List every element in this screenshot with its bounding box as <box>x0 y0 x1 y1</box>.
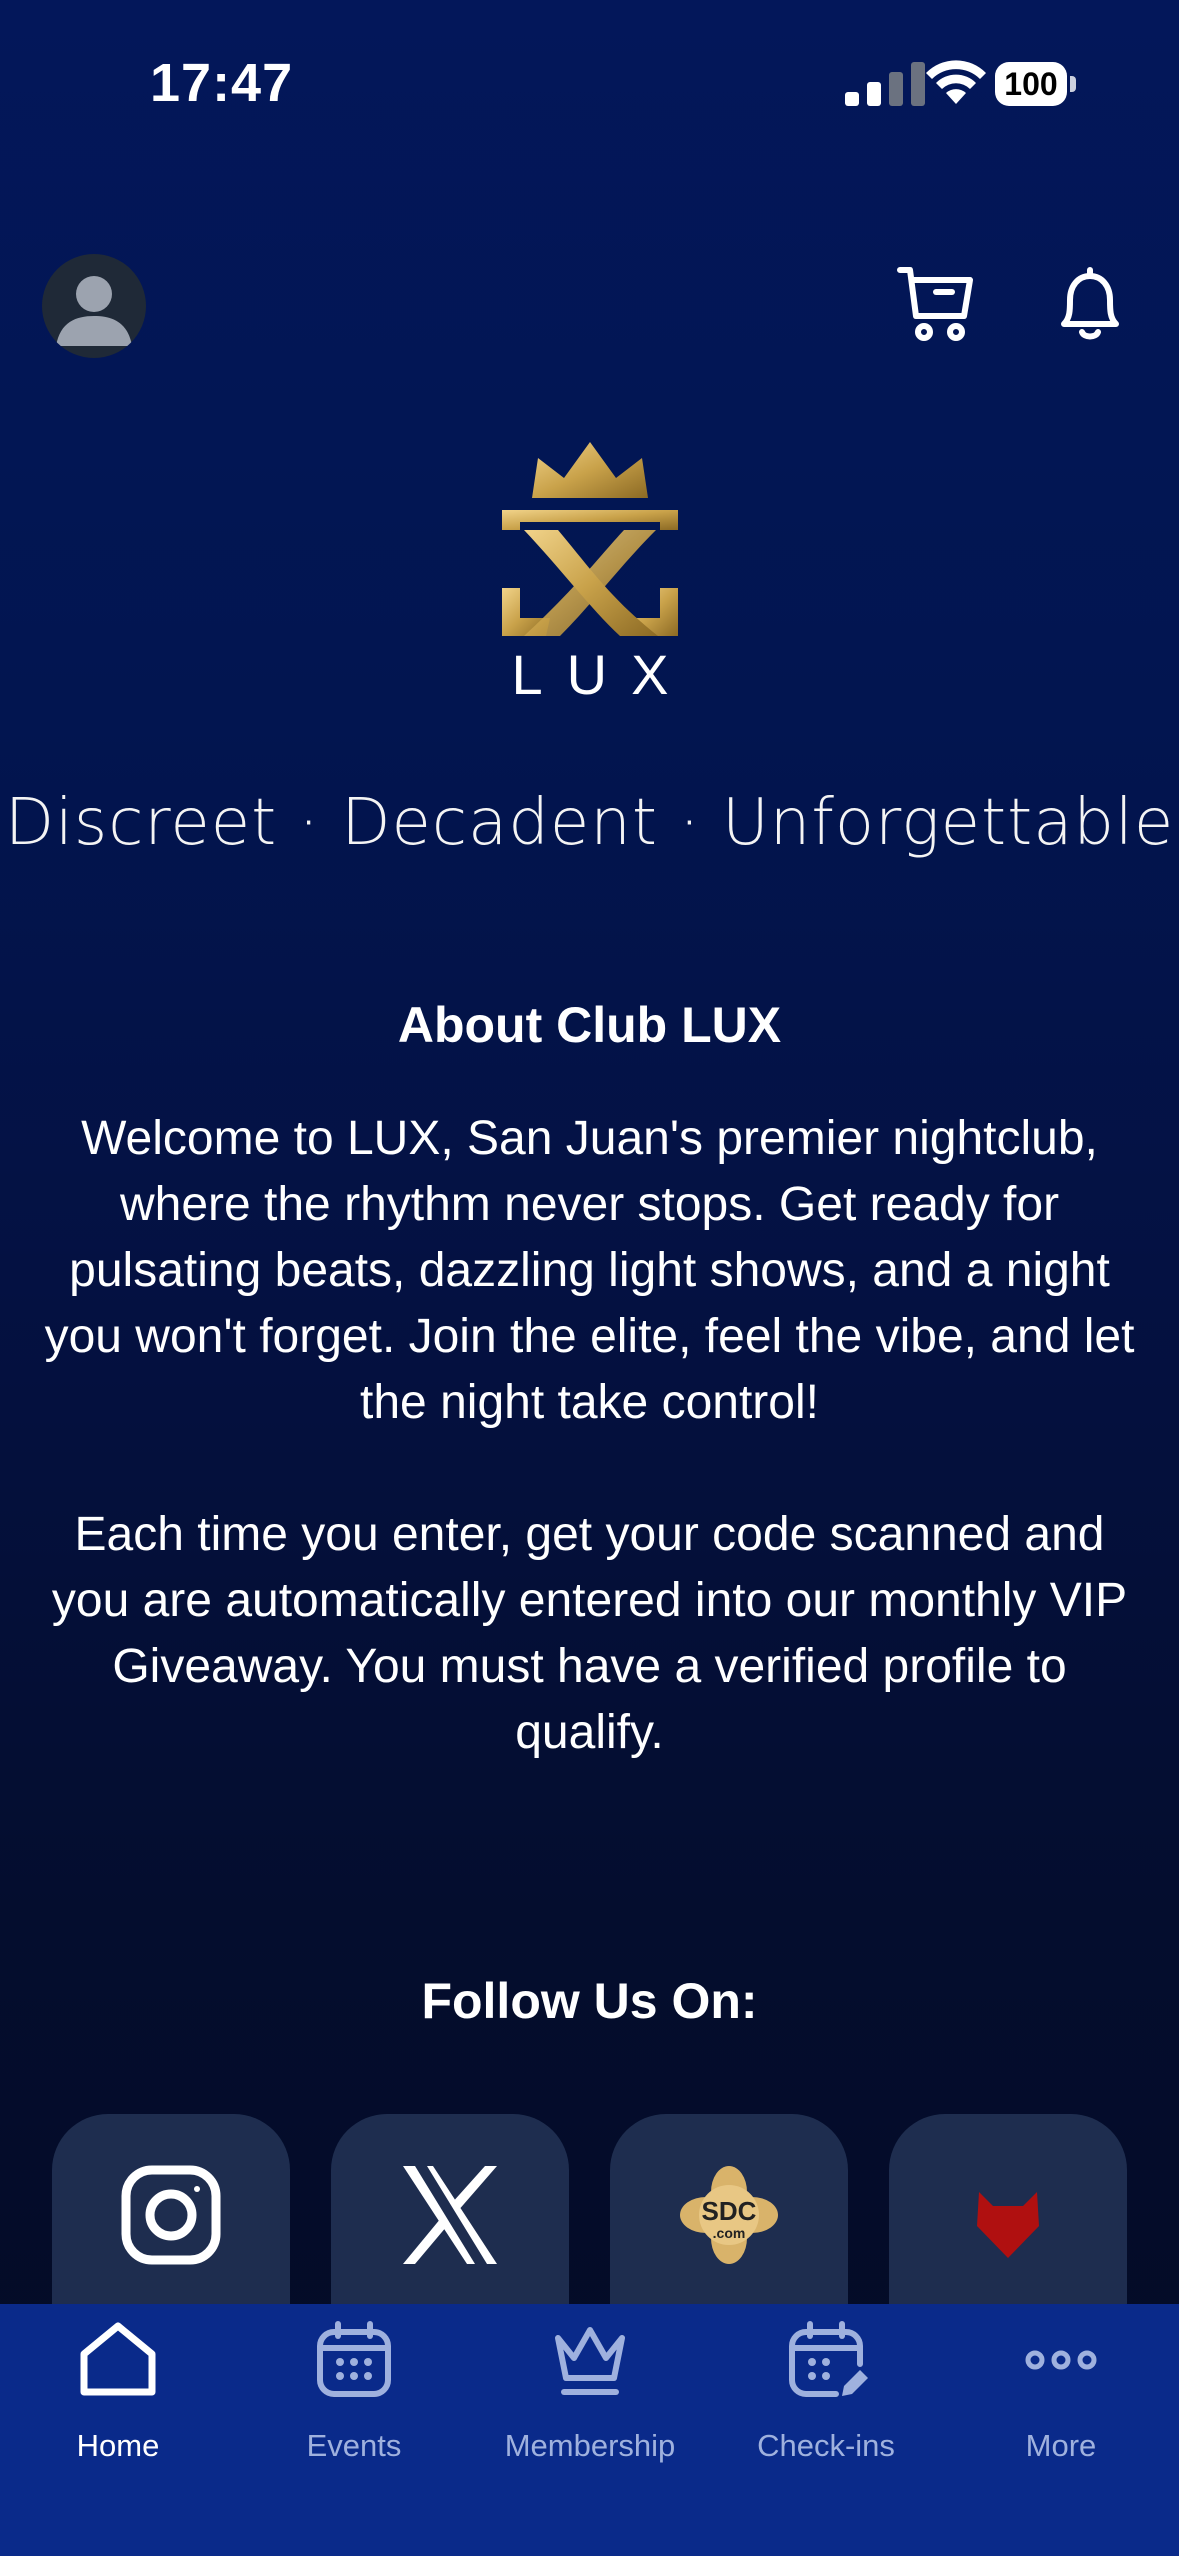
tab-check-ins[interactable]: Check-ins <box>708 2304 944 2464</box>
wifi-icon <box>926 60 986 104</box>
cart-icon[interactable] <box>896 262 980 346</box>
tab-membership-label: Membership <box>504 2428 676 2463</box>
devil-icon <box>977 2192 1039 2258</box>
tab-check-ins-label: Check-ins <box>757 2428 895 2463</box>
calendar-icon <box>317 2321 391 2397</box>
follow-title: Follow Us On: <box>421 1973 758 2029</box>
logo-wordmark: LUX <box>511 643 693 706</box>
instagram-icon <box>121 2165 221 2265</box>
tab-events[interactable]: Events <box>236 2304 472 2464</box>
about-title: About Club LUX <box>397 997 782 1053</box>
tagline: Discreet · Decadent · Unforgettable <box>4 786 1175 860</box>
notification-bell-icon[interactable] <box>1048 262 1132 346</box>
about-description: Welcome to LUX, San Juan's premier night… <box>40 1106 1139 1832</box>
tab-home[interactable]: Home <box>0 2304 236 2464</box>
about-paragraph-2: Each time you enter, get your code scann… <box>51 1508 1128 1759</box>
more-dots-icon <box>1025 2350 1097 2370</box>
tab-membership[interactable]: Membership <box>472 2304 708 2464</box>
user-icon <box>56 276 132 346</box>
calendar-edit-icon <box>789 2321 868 2397</box>
home-icon <box>80 2322 156 2396</box>
battery-level: 100 <box>1004 66 1058 102</box>
tab-home-label: Home <box>76 2428 160 2463</box>
sdc-label: SDC <box>702 2196 757 2226</box>
x-icon <box>403 2166 497 2264</box>
sdc-sublabel: .com <box>713 2225 746 2241</box>
sdc-icon: SDC .com <box>680 2166 778 2264</box>
about-paragraph-1: Welcome to LUX, San Juan's premier night… <box>44 1112 1135 1429</box>
status-time: 17:47 <box>150 53 294 113</box>
tab-events-label: Events <box>306 2428 402 2463</box>
battery-indicator: 100 <box>995 62 1077 106</box>
tab-more[interactable]: More <box>943 2304 1179 2464</box>
crown-icon <box>555 2327 625 2395</box>
cellular-signal-icon <box>845 62 925 106</box>
tab-more-label: More <box>1025 2428 1097 2463</box>
profile-avatar-button[interactable] <box>42 254 146 358</box>
